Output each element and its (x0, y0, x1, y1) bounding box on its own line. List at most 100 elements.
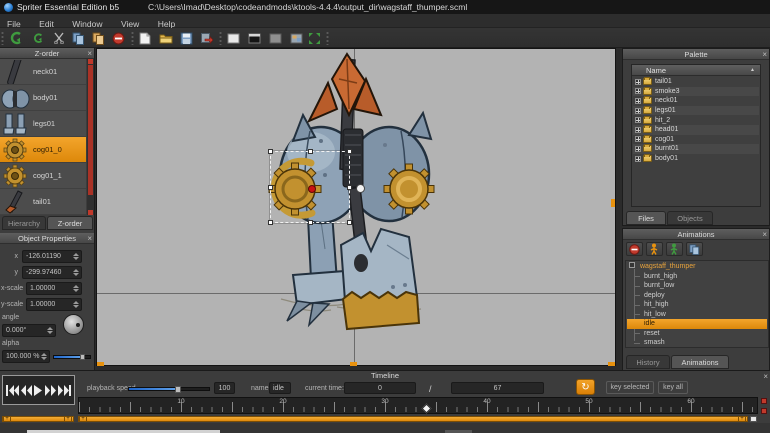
step-back-button[interactable] (20, 385, 32, 396)
palette-row-tail01[interactable]: tail01 (633, 77, 759, 87)
delete-icon[interactable] (110, 30, 126, 46)
animation-item-deploy[interactable]: deploy (627, 291, 767, 301)
pivot-point[interactable] (308, 185, 316, 193)
play-button[interactable] (33, 385, 43, 396)
vertical-mini-scrollbar[interactable] (761, 408, 767, 414)
playback-speed-slider[interactable] (128, 387, 210, 391)
tab-zorder[interactable]: Z-order (47, 216, 93, 230)
tab-animations[interactable]: Animations (671, 355, 729, 369)
tab-files[interactable]: Files (626, 211, 666, 225)
timeline-scrollbar[interactable] (78, 416, 748, 422)
zorder-item-cog01-0[interactable]: cog01_0 (0, 137, 86, 163)
scroll-minus-button[interactable]: + (79, 416, 87, 422)
animation-item-smash[interactable]: smash (627, 338, 767, 348)
palette-row-smoke3[interactable]: smoke3 (633, 87, 759, 97)
layout-view-2-icon[interactable] (246, 30, 262, 46)
loop-playback-button[interactable]: ↻ (576, 379, 595, 395)
import-icon[interactable] (198, 30, 214, 46)
playback-speed-input[interactable]: 100 (214, 382, 235, 394)
animation-item-burnt-high[interactable]: burnt_high (627, 272, 767, 282)
new-animation-icon[interactable] (646, 242, 663, 256)
animation-item-hit-low[interactable]: hit_low (627, 310, 767, 320)
close-icon[interactable]: × (762, 49, 767, 60)
angle-dial[interactable] (63, 314, 84, 335)
character-sprite[interactable] (97, 49, 617, 367)
scroll-arrow-button[interactable] (750, 416, 757, 422)
palette-row-cog01[interactable]: cog01 (633, 135, 759, 145)
step-forward-button[interactable] (45, 385, 57, 396)
key-all-button[interactable]: key all (658, 381, 688, 394)
layout-view-4-icon[interactable] (288, 30, 304, 46)
animation-name-input[interactable]: idle (269, 382, 291, 394)
yscale-spinner[interactable] (72, 300, 80, 309)
speed-slider-handle[interactable] (175, 386, 181, 393)
animation-item-reset[interactable]: reset (627, 329, 767, 339)
animation-item-idle[interactable]: idle (627, 319, 767, 329)
duplicate-animation-icon[interactable] (666, 242, 683, 256)
toolbar-drag-handle[interactable] (1, 31, 4, 45)
key-selected-button[interactable]: key selected (606, 381, 654, 394)
expand-icon[interactable] (635, 79, 641, 85)
alpha-slider-handle[interactable] (80, 354, 85, 360)
copy-animation-icon[interactable] (686, 242, 703, 256)
palette-row-neck01[interactable]: neck01 (633, 96, 759, 106)
expand-icon[interactable] (635, 98, 641, 104)
selection-handle-sw[interactable] (268, 220, 273, 225)
expand-icon[interactable] (635, 127, 641, 133)
x-spinner[interactable] (72, 252, 80, 261)
collapse-icon[interactable] (629, 262, 635, 268)
scroll-minus-button[interactable]: + (3, 416, 11, 422)
zorder-item-legs01[interactable]: legs01 (0, 111, 86, 137)
selection-handle-s[interactable] (308, 220, 313, 225)
zorder-item-neck01[interactable]: neck01 (0, 59, 86, 85)
tab-history[interactable]: History (626, 355, 670, 369)
xscale-input[interactable]: 1.00000 (26, 282, 82, 295)
selection-handle-n[interactable] (308, 149, 313, 154)
canvas-viewport[interactable] (96, 48, 616, 366)
skip-to-start-button[interactable] (6, 385, 19, 396)
angle-spinner[interactable] (46, 326, 54, 335)
x-input[interactable]: -126.01190 (22, 250, 82, 263)
alpha-input[interactable]: 100.000 % (2, 350, 50, 363)
scroll-plus-button[interactable]: + (64, 416, 72, 422)
selection-handle-ne[interactable] (347, 149, 352, 154)
selection-handle-w[interactable] (268, 185, 273, 190)
redo-icon[interactable] (30, 30, 46, 46)
zorder-item-cog01-1[interactable]: cog01_1 (0, 163, 86, 189)
current-time-input[interactable]: 0 (344, 382, 416, 394)
paste-icon[interactable] (90, 30, 106, 46)
bone-joint-dot[interactable] (356, 184, 365, 193)
animation-root[interactable]: wagstaff_thumper (627, 262, 767, 272)
new-file-icon[interactable] (137, 30, 153, 46)
alpha-slider[interactable] (53, 355, 91, 359)
close-icon[interactable]: × (87, 48, 92, 59)
close-icon[interactable]: × (87, 233, 92, 244)
angle-input[interactable]: 0.000° (2, 324, 56, 337)
scroll-plus-button[interactable]: + (738, 416, 746, 422)
expand-icon[interactable] (635, 108, 641, 114)
selection-handle-e[interactable] (347, 185, 352, 190)
tab-objects[interactable]: Objects (667, 211, 713, 225)
selection-handle-se[interactable] (347, 220, 352, 225)
xscale-spinner[interactable] (72, 284, 80, 293)
animation-item-burnt-low[interactable]: burnt_low (627, 281, 767, 291)
open-folder-icon[interactable] (158, 30, 174, 46)
layout-view-3-icon[interactable] (267, 30, 283, 46)
zorder-scrollbar[interactable] (87, 59, 94, 215)
copy-icon[interactable] (70, 30, 86, 46)
alpha-spinner[interactable] (40, 352, 48, 361)
palette-row-burnt01[interactable]: burnt01 (633, 144, 759, 154)
cut-icon[interactable] (51, 30, 67, 46)
expand-icon[interactable] (635, 117, 641, 123)
palette-row-body01[interactable]: body01 (633, 154, 759, 164)
layout-view-1-icon[interactable] (225, 30, 241, 46)
expand-icon[interactable] (635, 88, 641, 94)
vertical-mini-scrollbar[interactable] (761, 398, 767, 404)
close-icon[interactable]: × (763, 371, 768, 382)
expand-icon[interactable] (635, 146, 641, 152)
tab-hierarchy[interactable]: Hierarchy (2, 216, 46, 230)
yscale-input[interactable]: 1.00000 (26, 298, 82, 311)
y-spinner[interactable] (72, 268, 80, 277)
fullscreen-icon[interactable] (306, 30, 322, 46)
zorder-item-body01[interactable]: body01 (0, 85, 86, 111)
